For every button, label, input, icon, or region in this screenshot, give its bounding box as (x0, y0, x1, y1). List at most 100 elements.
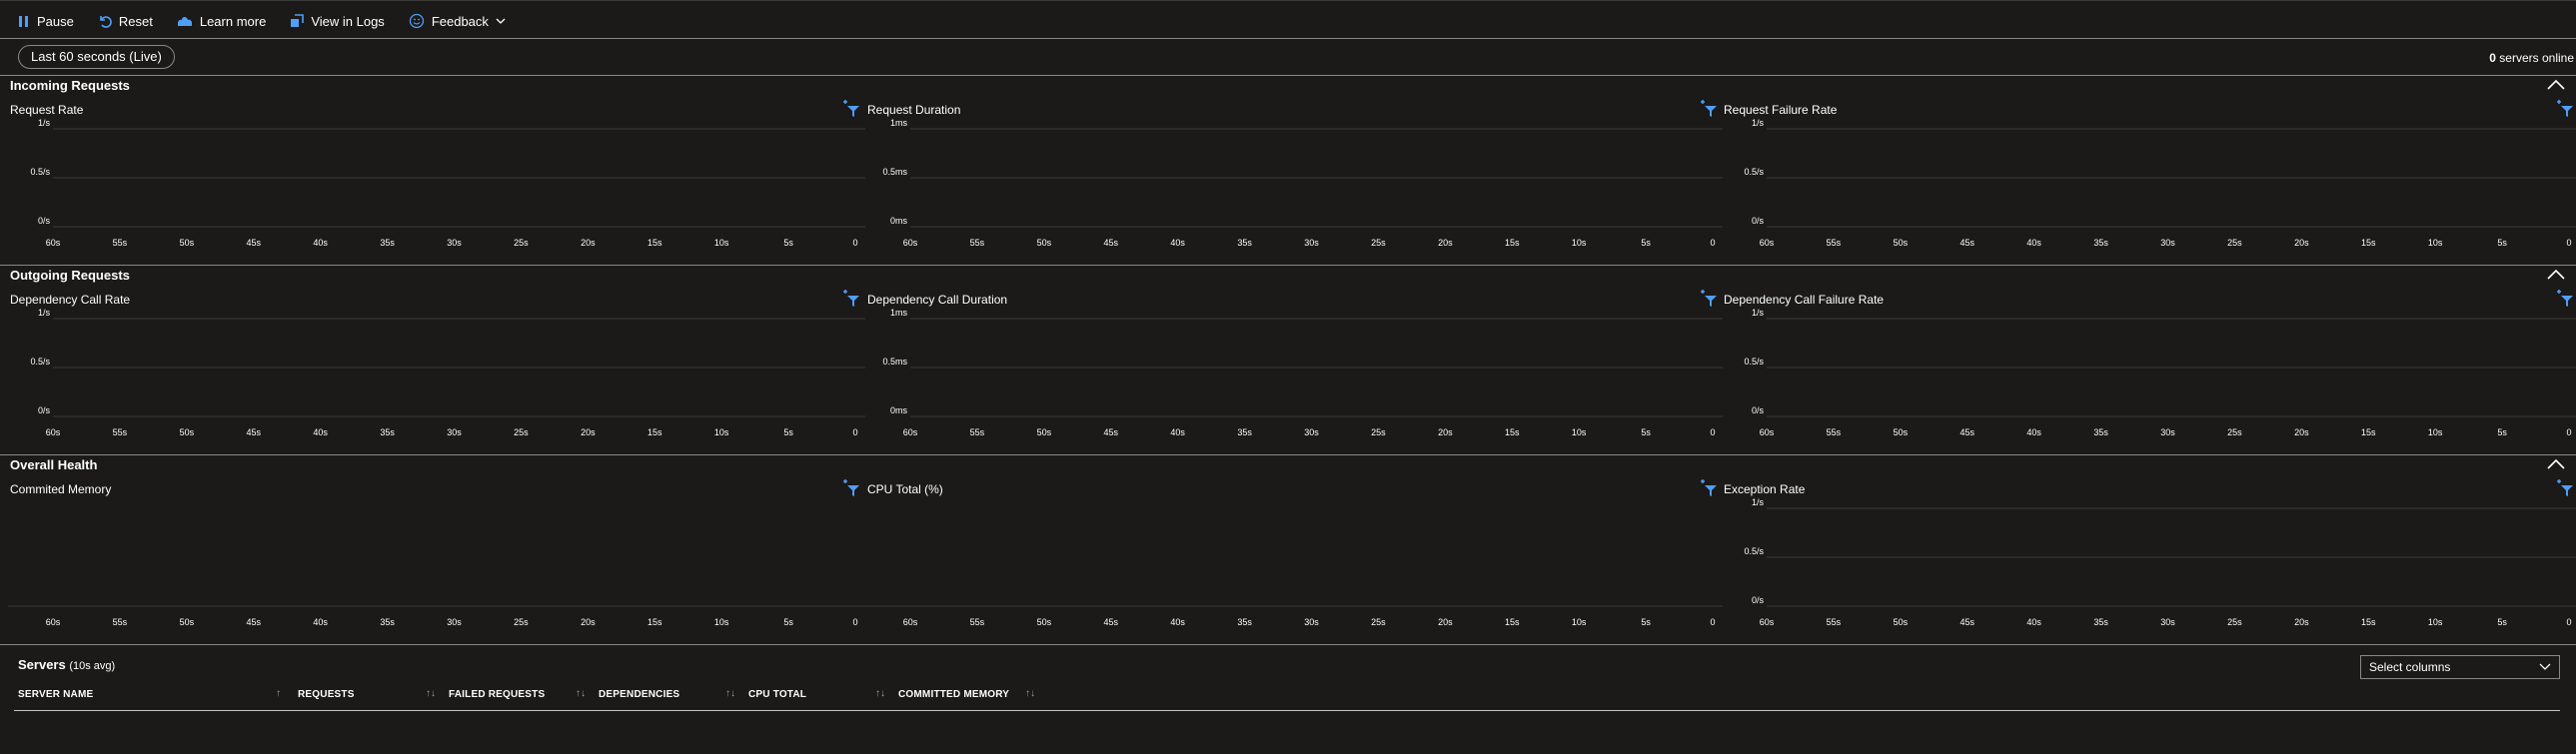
x-tick-label: 0 (2566, 238, 2571, 248)
x-tick-label: 50s (1037, 427, 1052, 437)
chart-title: Dependency Call Failure Rate (1724, 293, 1885, 307)
chart-plot: 1/s 0.5/s 0/s 60s 55s 50s 45s 40s 35s 30s 25s 20s 15… (1744, 308, 2576, 437)
x-tick-label: 5s (2497, 617, 2507, 627)
x-tick-label: 30s (447, 617, 462, 627)
x-tick-label: 45s (1959, 617, 1974, 627)
x-tick-label: 30s (447, 427, 462, 437)
add-filter-icon[interactable] (2555, 478, 2575, 498)
section-title-outgoing-requests: Outgoing Requests (10, 268, 130, 283)
x-tick-label: 5s (1641, 617, 1651, 627)
x-tick-label: 25s (1371, 617, 1386, 627)
chart-title: Commited Memory (10, 482, 112, 496)
x-tick-label: 15s (647, 238, 662, 248)
reset-button[interactable]: Reset (98, 14, 153, 29)
table-header-divider (14, 710, 2560, 711)
chart-title: Request Failure Rate (1724, 103, 1838, 117)
y-tick-label: 1ms (890, 118, 908, 128)
chart-title: Exception Rate (1724, 482, 1806, 496)
x-tick-label: 25s (2227, 427, 2242, 437)
column-header-requests[interactable]: REQUESTS (298, 689, 355, 700)
x-tick-label: 20s (1438, 427, 1453, 437)
x-tick-label: 25s (514, 427, 529, 437)
x-tick-label: 35s (1237, 617, 1252, 627)
column-header-server-name[interactable]: SERVER NAME (18, 689, 93, 700)
y-tick-label: 1/s (1752, 308, 1765, 318)
x-tick-label: 60s (1760, 238, 1775, 248)
feedback-button[interactable]: Feedback (409, 13, 506, 29)
y-tick-label: 0ms (890, 216, 908, 226)
x-tick-label: 5s (783, 617, 793, 627)
x-tick-label: 10s (2428, 617, 2443, 627)
chart-title: Dependency Call Rate (10, 293, 131, 307)
view-in-logs-label: View in Logs (311, 13, 385, 29)
view-in-logs-button[interactable]: View in Logs (290, 13, 385, 29)
chart-dependency-call-rate: 1/s 0.5/s 0/s 60s 55s 50s 45s 40s 35s 30s 25s 20s 15… (8, 290, 865, 464)
x-tick-label: 15s (1505, 617, 1520, 627)
x-tick-label: 40s (313, 617, 328, 627)
x-tick-label: 25s (2227, 617, 2242, 627)
section-title-incoming-requests: Incoming Requests (10, 78, 130, 93)
column-header-cpu-total[interactable]: CPU TOTAL (748, 689, 806, 700)
x-tick-label: 40s (1170, 238, 1185, 248)
x-tick-label: 55s (970, 427, 985, 437)
x-tick-label: 0 (2566, 427, 2571, 437)
x-tick-label: 20s (1438, 238, 1453, 248)
select-columns-dropdown[interactable]: Select columns (2360, 655, 2560, 679)
chart-commited-memory: 60s 55s 50s 45s 40s 35s 30s 25s 20s 15s 10s 5s 0 Comm… (8, 479, 865, 654)
collapse-icon[interactable] (2546, 268, 2566, 282)
add-filter-icon[interactable] (1699, 478, 1719, 498)
chart-title: Request Rate (10, 103, 84, 117)
x-tick-label: 60s (46, 617, 61, 627)
collapse-icon[interactable] (2546, 78, 2566, 92)
smiley-icon (409, 13, 425, 29)
chart-plot: 1/s 0.5/s 0/s 60s 55s 50s 45s 40s 35s 30s 25s 20s 15… (30, 308, 865, 437)
collapse-icon[interactable] (2546, 457, 2566, 471)
servers-subtitle: (10s avg) (69, 660, 116, 672)
pause-button[interactable]: Pause (18, 14, 74, 29)
y-tick-label: 0/s (38, 405, 51, 415)
sort-icon[interactable]: ↑↓ (576, 688, 586, 699)
column-header-failed-requests[interactable]: FAILED REQUESTS (449, 689, 545, 700)
chart-request-duration: 1ms 0.5ms 0ms 60s 55s 50s 45s 40s 35s 30s 25s 20s 15… (865, 100, 1723, 275)
servers-online-count: 0 (2489, 51, 2496, 65)
x-tick-label: 50s (1894, 238, 1909, 248)
x-tick-label: 60s (903, 238, 918, 248)
x-tick-label: 55s (1827, 238, 1842, 248)
add-filter-icon[interactable] (2555, 99, 2575, 119)
chart-title: Request Duration (867, 103, 961, 117)
add-filter-icon[interactable] (841, 289, 861, 309)
section-divider (0, 454, 2576, 455)
x-tick-label: 35s (380, 617, 395, 627)
section-title-overall-health: Overall Health (10, 457, 98, 472)
sort-icon[interactable]: ↑↓ (426, 688, 436, 699)
add-filter-icon[interactable] (1699, 289, 1719, 309)
chart-plot: 1/s 0.5/s 0/s 60s 55s 50s 45s 40s 35s 30s 25s 20s 15… (1744, 497, 2576, 627)
add-filter-icon[interactable] (841, 99, 861, 119)
x-tick-label: 15s (2361, 427, 2376, 437)
x-tick-label: 60s (46, 427, 61, 437)
column-header-committed-memory[interactable]: COMMITTED MEMORY (898, 689, 1009, 700)
y-tick-label: 0/s (1752, 216, 1765, 226)
sort-icon[interactable]: ↑ (276, 688, 281, 699)
servers-online-status: 0 servers online (2489, 51, 2574, 65)
add-filter-icon[interactable] (2555, 289, 2575, 309)
sort-icon[interactable]: ↑↓ (1025, 688, 1035, 699)
learn-more-button[interactable]: Learn more (177, 14, 266, 29)
add-filter-icon[interactable] (841, 478, 861, 498)
column-header-dependencies[interactable]: DEPENDENCIES (599, 689, 679, 700)
x-tick-label: 25s (1371, 427, 1386, 437)
reset-icon (98, 14, 112, 28)
learn-more-label: Learn more (199, 13, 267, 29)
sort-icon[interactable]: ↑↓ (725, 688, 735, 699)
sort-icon[interactable]: ↑↓ (875, 688, 885, 699)
x-tick-label: 55s (113, 617, 128, 627)
time-range-pill[interactable]: Last 60 seconds (Live) (18, 45, 175, 69)
x-tick-label: 60s (46, 238, 61, 248)
cloud-book-icon (177, 14, 193, 28)
add-filter-icon[interactable] (1699, 99, 1719, 119)
x-tick-label: 40s (313, 238, 328, 248)
x-tick-label: 0 (852, 427, 857, 437)
chart-request-failure-rate: 1/s 0.5/s 0/s 60s 55s 50s 45s 40s 35s 30s 25s 20s 15… (1722, 100, 2576, 275)
x-tick-label: 5s (783, 427, 793, 437)
x-tick-label: 10s (714, 427, 729, 437)
